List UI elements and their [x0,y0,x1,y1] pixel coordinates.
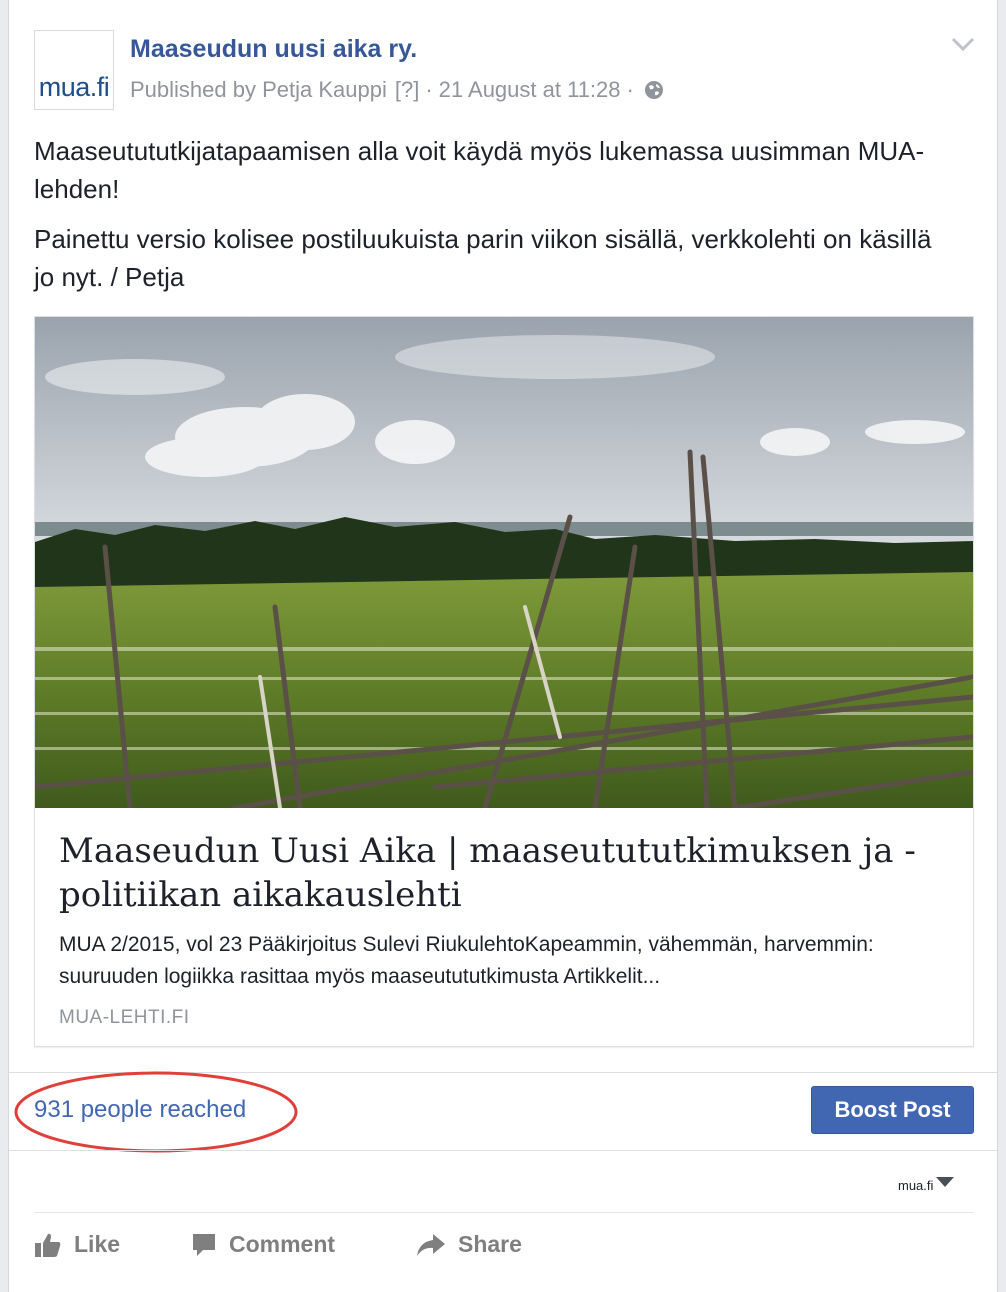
thumbs-up-icon [35,1233,61,1257]
boost-post-button[interactable]: Boost Post [811,1086,974,1134]
acting-as-page[interactable]: mua.fi [898,1178,933,1193]
chevron-down-icon[interactable] [951,36,975,52]
comment-label: Comment [229,1231,336,1257]
page-name-link[interactable]: Maaseudun uusi aika ry. [130,35,417,64]
link-preview[interactable]: Maaseudun Uusi Aika | maaseutututkimukse… [34,316,974,1047]
avatar-logo-text: mua.fi [38,72,110,102]
preview-title[interactable]: Maaseudun Uusi Aika | maaseutututkimukse… [59,829,939,917]
meta-separator: · [425,77,433,102]
timestamp[interactable]: 21 August at 11:28 [439,77,621,103]
post-meta: Published by Petja Kauppi [?] · 21 Augus… [130,77,664,103]
preview-image[interactable] [35,317,973,808]
help-marker[interactable]: [?] [395,77,419,103]
share-label: Share [458,1231,522,1257]
globe-icon[interactable] [644,80,664,100]
comment-icon [193,1233,215,1256]
post-paragraph: Maaseutututkijatapaamisen alla voit käyd… [34,136,925,204]
comment-button[interactable]: Comment [191,1231,335,1258]
preview-description: MUA 2/2015, vol 23 Pääkirjoitus Sulevi R… [59,933,874,988]
preview-domain: MUA-LEHTI.FI [59,1007,190,1028]
post-message: Maaseutututkijatapaamisen alla voit käyd… [34,132,954,308]
share-button[interactable]: Share [416,1231,522,1258]
post-paragraph: Painettu versio kolisee postiluukuista p… [34,224,932,292]
like-label: Like [74,1231,121,1257]
post-card: mua.fi Maaseudun uusi aika ry. Published… [8,0,998,1292]
like-button[interactable]: Like [34,1231,120,1258]
page-avatar[interactable]: mua.fi [34,30,114,110]
published-by[interactable]: Published by Petja Kauppi [130,77,387,103]
meta-separator: · [626,77,634,102]
landscape-photo [35,317,973,808]
share-arrow-icon [417,1233,445,1256]
action-bar: Like Comment Share [34,1212,974,1280]
divider [9,1150,997,1151]
people-reached-link[interactable]: 931 people reached [34,1096,246,1124]
caret-down-icon[interactable] [935,1176,955,1188]
